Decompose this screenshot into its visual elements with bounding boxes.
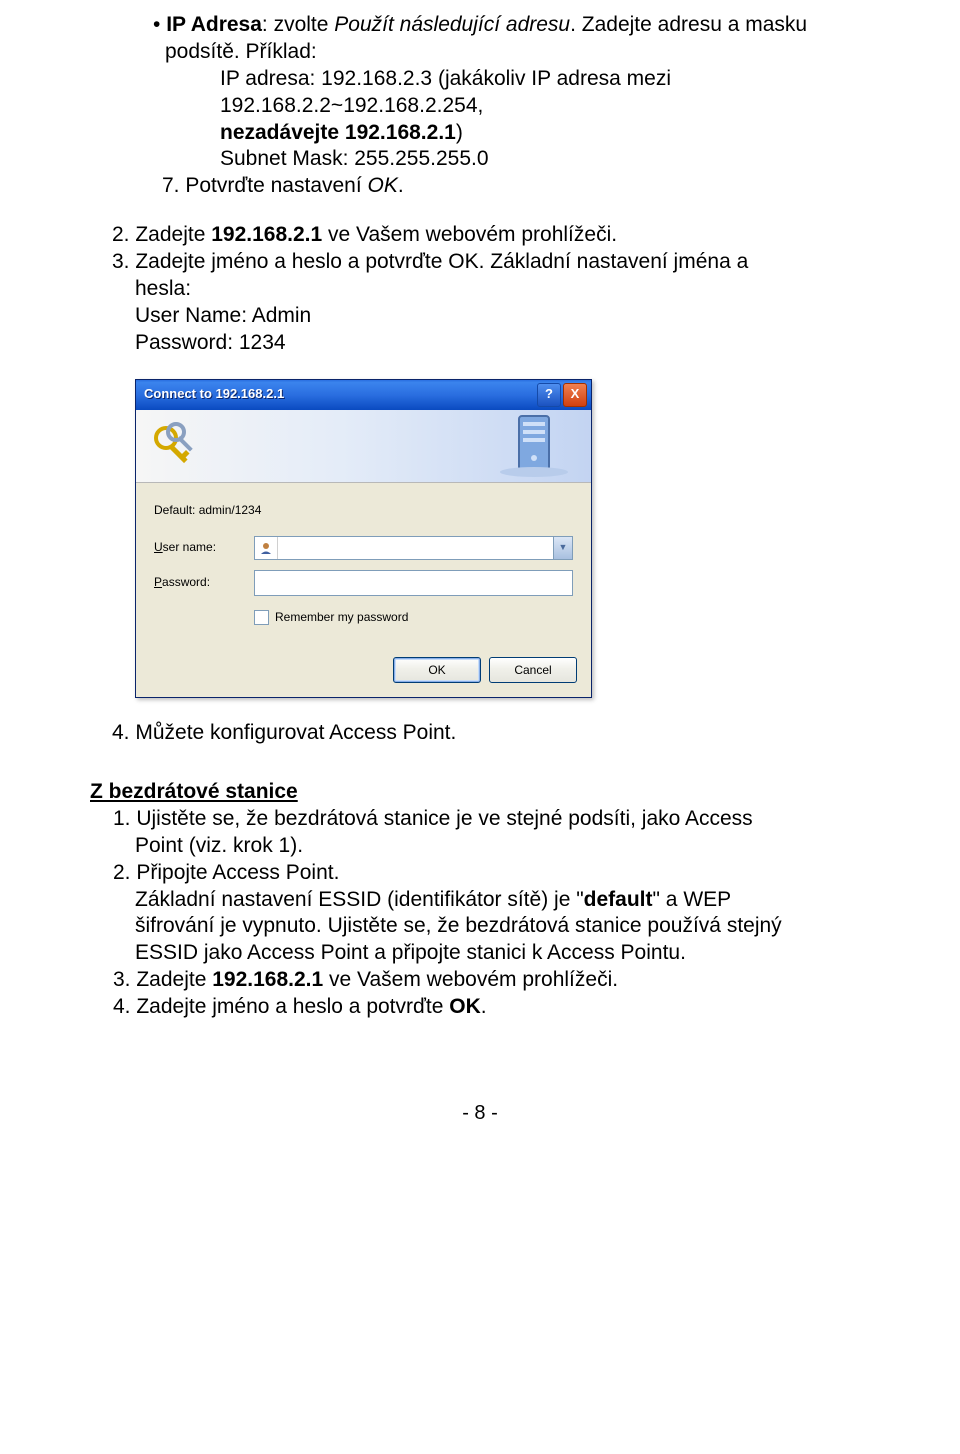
username-combo[interactable]: ▼ bbox=[254, 536, 573, 560]
dialog-banner bbox=[136, 410, 591, 483]
wstep-4: 4. Zadejte jméno a heslo a potvrďte OK. bbox=[90, 994, 870, 1021]
txt-bold: 192.168.2.1 bbox=[212, 968, 323, 991]
ok-button[interactable]: OK bbox=[393, 657, 481, 683]
txt: : zvolte bbox=[262, 13, 334, 36]
txt: ve Vašem webovém prohlížeči. bbox=[323, 968, 618, 991]
dialog-title: Connect to 192.168.2.1 bbox=[144, 386, 535, 403]
txt: ve Vašem webovém prohlížeči. bbox=[322, 223, 617, 246]
txt: 2. Zadejte bbox=[112, 223, 211, 246]
ok-button-label: OK bbox=[428, 663, 445, 678]
txt: . bbox=[481, 995, 487, 1018]
txt: . bbox=[398, 174, 404, 197]
txt: 4. Zadejte jméno a heslo a potvrďte bbox=[113, 995, 449, 1018]
txt-bold: OK bbox=[449, 995, 481, 1018]
cancel-button[interactable]: Cancel bbox=[489, 657, 577, 683]
help-icon: ? bbox=[545, 386, 553, 403]
help-button[interactable]: ? bbox=[537, 383, 561, 407]
confirm-ok-line: 7. Potvrďte nastavení OK. bbox=[90, 173, 870, 200]
dialog-body: Default: admin/1234 User name: ▼ Passwor… bbox=[136, 483, 591, 642]
wstep-1-b: Point (viz. krok 1). bbox=[90, 833, 870, 860]
txt: " a WEP bbox=[653, 888, 732, 911]
wstep-2-b: Základní nastavení ESSID (identifikátor … bbox=[90, 887, 870, 914]
page-number: - 8 - bbox=[90, 1101, 870, 1127]
default-hint: Default: admin/1234 bbox=[154, 503, 573, 518]
server-icon bbox=[491, 412, 581, 480]
chevron-down-icon: ▼ bbox=[559, 542, 568, 554]
wstep-3: 3. Zadejte 192.168.2.1 ve Vašem webovém … bbox=[90, 967, 870, 994]
dialog-titlebar: Connect to 192.168.2.1 ? X bbox=[136, 380, 591, 410]
cancel-button-label: Cancel bbox=[514, 663, 551, 678]
remember-label: Remember my password bbox=[275, 610, 408, 625]
step-3-line2: hesla: bbox=[90, 276, 870, 303]
remember-checkbox[interactable] bbox=[254, 610, 269, 625]
step-3-username: User Name: Admin bbox=[90, 303, 870, 330]
subnet-line: Subnet Mask: 255.255.255.0 bbox=[90, 146, 870, 173]
txt-bold: nezadávejte 192.168.2.1 bbox=[220, 121, 456, 144]
step-4: 4. Můžete konfigurovat Access Point. bbox=[90, 720, 870, 747]
password-input[interactable] bbox=[254, 570, 573, 596]
close-button[interactable]: X bbox=[563, 383, 587, 407]
wstep-2-a: 2. Připojte Access Point. bbox=[90, 860, 870, 887]
txt-italic: Použít následující adresu bbox=[334, 13, 570, 36]
ip-warning-line: nezadávejte 192.168.2.1) bbox=[90, 120, 870, 147]
ip-adresa-label: IP Adresa bbox=[166, 13, 262, 36]
step-2: 2. Zadejte 192.168.2.1 ve Vašem webovém … bbox=[90, 222, 870, 249]
password-label: Password: bbox=[154, 575, 254, 590]
txt: 3. Zadejte bbox=[113, 968, 212, 991]
txt: 7. Potvrďte nastavení bbox=[162, 174, 368, 197]
close-icon: X bbox=[571, 386, 580, 403]
step-3-line1: 3. Zadejte jméno a heslo a potvrďte OK. … bbox=[90, 249, 870, 276]
auth-dialog-wrap: Connect to 192.168.2.1 ? X bbox=[135, 379, 870, 699]
user-icon bbox=[255, 537, 278, 559]
username-label: User name: bbox=[154, 540, 254, 555]
txt: Základní nastavení ESSID (identifikátor … bbox=[135, 888, 584, 911]
ip-adresa-bullet: • IP Adresa: zvolte Použít následující a… bbox=[90, 12, 870, 66]
txt: ) bbox=[456, 121, 463, 144]
ip-example-line: IP adresa: 192.168.2.3 (jakákoliv IP adr… bbox=[90, 66, 870, 120]
step-3-password: Password: 1234 bbox=[90, 330, 870, 357]
txt-bold: default bbox=[584, 888, 653, 911]
username-input[interactable] bbox=[278, 537, 553, 559]
keys-icon bbox=[146, 418, 202, 474]
wstep-1-a: 1. Ujistěte se, že bezdrátová stanice je… bbox=[90, 806, 870, 833]
username-dropdown-button[interactable]: ▼ bbox=[553, 537, 572, 559]
txt-italic: OK bbox=[368, 174, 398, 197]
txt-bold: 192.168.2.1 bbox=[211, 223, 322, 246]
wstep-2-c: šifrování je vypnuto. Ujistěte se, že be… bbox=[90, 913, 870, 940]
wstep-2-d: ESSID jako Access Point a připojte stani… bbox=[90, 940, 870, 967]
dialog-buttons: OK Cancel bbox=[136, 641, 591, 697]
auth-dialog: Connect to 192.168.2.1 ? X bbox=[135, 379, 592, 699]
wireless-section-title: Z bezdrátové stanice bbox=[90, 779, 870, 806]
